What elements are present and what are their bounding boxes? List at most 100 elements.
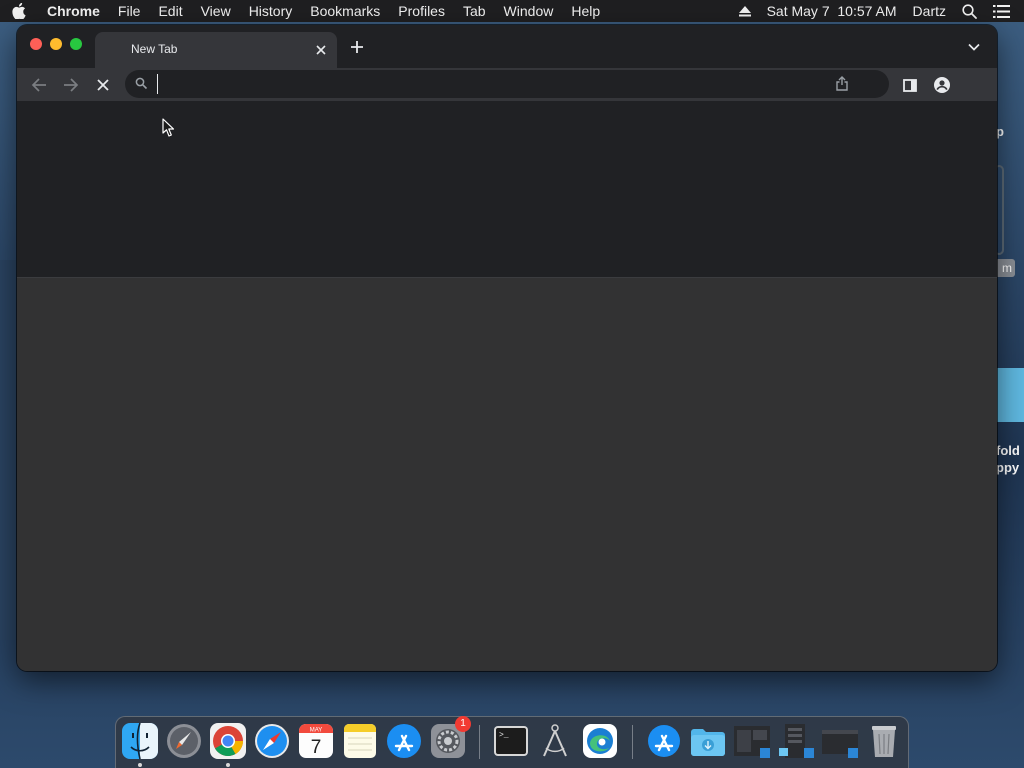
menu-edit[interactable]: Edit bbox=[149, 0, 191, 22]
browser-toolbar bbox=[17, 68, 997, 101]
forward-icon bbox=[64, 78, 79, 92]
address-input[interactable] bbox=[157, 74, 807, 94]
menu-bar: Chrome File Edit View History Bookmarks … bbox=[0, 0, 1024, 22]
menu-help[interactable]: Help bbox=[562, 0, 609, 22]
window-thumbnail-icon bbox=[779, 724, 814, 758]
minimize-window-button[interactable] bbox=[50, 38, 62, 50]
finder-running-indicator bbox=[138, 763, 142, 767]
menu-profiles[interactable]: Profiles bbox=[389, 0, 454, 22]
back-button[interactable] bbox=[27, 73, 51, 97]
control-center-icon bbox=[993, 4, 1010, 18]
menu-window[interactable]: Window bbox=[495, 0, 563, 22]
dock-separator-2 bbox=[632, 725, 633, 759]
eject-menu[interactable] bbox=[731, 5, 759, 17]
dock-window-thumbnail-1[interactable] bbox=[733, 722, 771, 760]
calendar-month: MAY bbox=[310, 728, 323, 734]
dock-trash[interactable] bbox=[865, 722, 903, 760]
dock-window-thumbnail-2[interactable] bbox=[777, 722, 815, 760]
trash-icon bbox=[872, 726, 896, 757]
zoom-window-button[interactable] bbox=[70, 38, 82, 50]
chrome-running-indicator bbox=[226, 763, 230, 767]
spotlight-icon bbox=[962, 3, 977, 19]
dock-script-editor[interactable] bbox=[536, 722, 574, 760]
share-button[interactable] bbox=[835, 76, 849, 96]
close-window-button[interactable] bbox=[30, 38, 42, 50]
dock-chrome[interactable] bbox=[209, 722, 247, 760]
svg-text:>_: >_ bbox=[499, 731, 509, 740]
desktop-badge: m bbox=[995, 259, 1015, 277]
stop-loading-button[interactable] bbox=[91, 73, 115, 97]
tab-search-button[interactable] bbox=[965, 38, 983, 56]
address-bar[interactable] bbox=[125, 70, 889, 98]
new-tab-icon bbox=[351, 41, 363, 53]
eject-icon bbox=[738, 5, 751, 16]
finder-icon bbox=[122, 722, 158, 760]
calendar-icon: MAY 7 bbox=[299, 724, 333, 758]
dock-downloads-folder[interactable] bbox=[689, 722, 727, 760]
window-thumbnail-icon bbox=[822, 730, 858, 758]
side-panel-icon bbox=[903, 78, 917, 92]
dock-calendar[interactable]: MAY 7 bbox=[297, 722, 335, 760]
menu-view[interactable]: View bbox=[192, 0, 240, 22]
notification-badge: 1 bbox=[455, 716, 471, 732]
tab-close-button[interactable] bbox=[312, 41, 330, 59]
menu-app-name[interactable]: Chrome bbox=[38, 0, 109, 22]
edge-icon bbox=[583, 724, 617, 758]
desktop-folder-label-2[interactable]: ppy bbox=[996, 460, 1024, 475]
chrome-icon bbox=[210, 723, 246, 759]
forward-button[interactable] bbox=[59, 73, 83, 97]
app-store-folder-icon bbox=[648, 725, 680, 757]
app-store-icon bbox=[387, 724, 421, 758]
tab-title: New Tab bbox=[131, 42, 178, 56]
dock-separator bbox=[479, 725, 480, 759]
stop-icon bbox=[97, 79, 109, 91]
tab-search-icon bbox=[968, 43, 980, 51]
profile-icon bbox=[934, 77, 950, 93]
apple-icon bbox=[12, 3, 26, 19]
dock: MAY 7 1 >_ bbox=[115, 716, 909, 768]
menu-history[interactable]: History bbox=[240, 0, 302, 22]
dock-notes[interactable] bbox=[341, 722, 379, 760]
back-icon bbox=[31, 78, 46, 92]
desktop-background-strip bbox=[0, 260, 16, 640]
safari-icon bbox=[255, 724, 289, 758]
share-icon bbox=[836, 76, 848, 91]
desktop-folder-icon[interactable] bbox=[997, 368, 1024, 422]
dock-system-preferences[interactable]: 1 bbox=[429, 716, 471, 760]
profile-button[interactable] bbox=[930, 73, 954, 97]
script-editor-icon bbox=[543, 724, 567, 757]
downloads-folder-icon bbox=[691, 729, 725, 756]
spotlight-button[interactable] bbox=[954, 3, 985, 19]
window-thumbnail-icon bbox=[734, 726, 770, 758]
dock-window-thumbnail-3[interactable] bbox=[821, 722, 859, 760]
new-tab-button[interactable] bbox=[347, 37, 367, 57]
dock-safari[interactable] bbox=[253, 722, 291, 760]
desktop-item-label: p bbox=[996, 124, 1004, 139]
dock-edge[interactable] bbox=[581, 722, 619, 760]
tab-close-icon bbox=[316, 45, 326, 55]
search-icon bbox=[135, 77, 148, 90]
apple-menu[interactable] bbox=[0, 3, 38, 19]
launchpad-icon bbox=[167, 724, 201, 758]
mouse-pointer-icon bbox=[162, 118, 175, 137]
menu-bar-status-area: Sat May 7 10:57 AM Dartz bbox=[731, 0, 1024, 22]
menu-clock[interactable]: Sat May 7 10:57 AM bbox=[759, 0, 905, 22]
side-panel-button[interactable] bbox=[898, 73, 922, 97]
menu-tab[interactable]: Tab bbox=[454, 0, 495, 22]
terminal-icon: >_ bbox=[494, 726, 528, 756]
control-center-button[interactable] bbox=[985, 4, 1024, 18]
desktop-folder-label[interactable]: fold bbox=[996, 443, 1024, 458]
dock-app-store[interactable] bbox=[385, 722, 423, 760]
menu-user-name[interactable]: Dartz bbox=[905, 0, 954, 22]
tab-new-tab[interactable]: New Tab bbox=[95, 32, 337, 68]
notes-icon bbox=[344, 724, 376, 758]
dock-applications-folder[interactable] bbox=[645, 722, 683, 760]
tab-strip: New Tab bbox=[17, 25, 997, 68]
dock-finder[interactable] bbox=[121, 722, 159, 760]
menu-bookmarks[interactable]: Bookmarks bbox=[301, 0, 389, 22]
page-content bbox=[17, 278, 997, 671]
dock-launchpad[interactable] bbox=[165, 722, 203, 760]
dock-terminal[interactable]: >_ bbox=[492, 722, 530, 760]
calendar-day: 7 bbox=[311, 737, 322, 758]
menu-file[interactable]: File bbox=[109, 0, 150, 22]
